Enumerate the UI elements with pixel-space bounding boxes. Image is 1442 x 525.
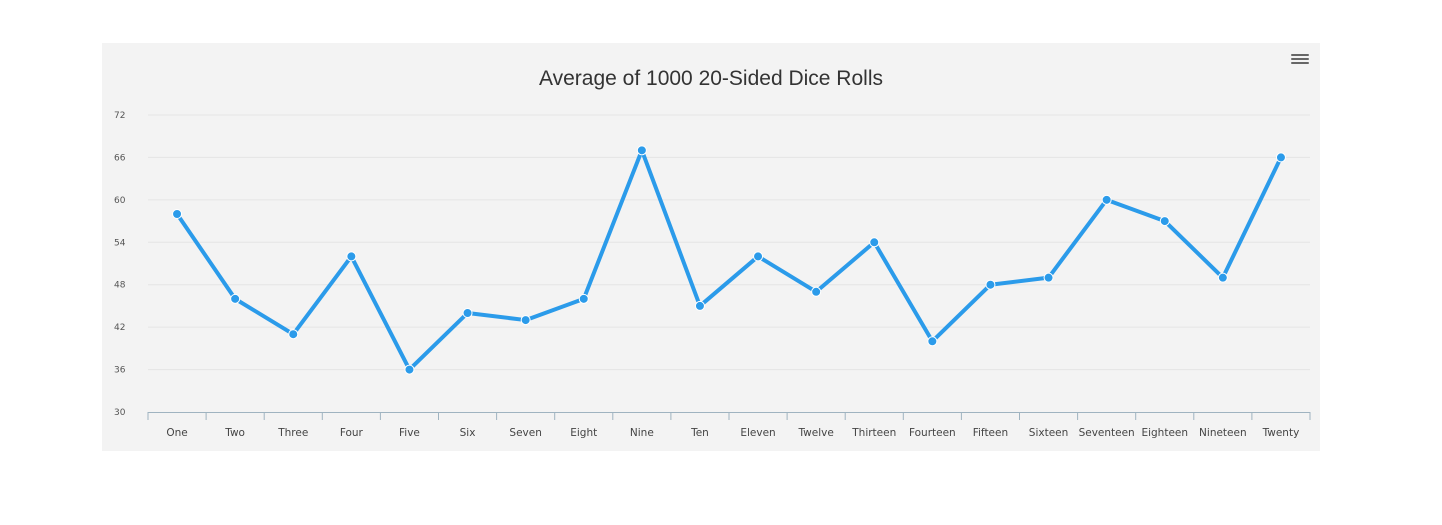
- data-point[interactable]: [753, 251, 764, 262]
- data-point[interactable]: [636, 145, 647, 156]
- y-tick-label: 42: [114, 323, 125, 333]
- data-point[interactable]: [1101, 194, 1112, 205]
- x-tick-label: Sixteen: [1029, 427, 1069, 439]
- data-point[interactable]: [1217, 272, 1228, 283]
- data-point[interactable]: [1275, 152, 1286, 163]
- y-tick-label: 48: [114, 281, 126, 291]
- x-tick-label: Six: [460, 427, 476, 439]
- data-point[interactable]: [288, 329, 299, 340]
- data-points: [172, 145, 1286, 375]
- series-line: [175, 148, 1283, 372]
- y-tick-label: 60: [114, 196, 126, 206]
- grid-lines: [148, 114, 1310, 371]
- y-tick-label: 36: [114, 366, 126, 376]
- x-tick-label: Eleven: [740, 427, 775, 439]
- x-tick-label: Five: [399, 427, 420, 439]
- data-point[interactable]: [172, 209, 183, 219]
- data-point[interactable]: [346, 251, 357, 262]
- x-tick-label: Seventeen: [1079, 427, 1135, 439]
- data-point[interactable]: [404, 364, 415, 375]
- data-point[interactable]: [462, 308, 473, 318]
- data-point[interactable]: [985, 279, 996, 290]
- x-tick-label: Fifteen: [973, 427, 1008, 439]
- y-tick-label: 66: [114, 153, 126, 163]
- x-tick-label: Ten: [690, 427, 709, 439]
- x-tick-label: One: [166, 427, 187, 439]
- data-point[interactable]: [927, 336, 938, 347]
- x-tick-label: Seven: [509, 427, 541, 439]
- chart-panel: Average of 1000 20-Sided Dice Rolls 30 36…: [102, 43, 1320, 451]
- x-tick-label: Nine: [630, 427, 654, 439]
- x-tick-label: Nineteen: [1199, 427, 1247, 439]
- y-tick-label: 72: [114, 111, 125, 121]
- x-tick-label: Fourteen: [909, 427, 956, 439]
- x-tick-label: Three: [277, 427, 308, 439]
- data-point[interactable]: [1043, 272, 1054, 283]
- x-tick-label: Eight: [570, 427, 597, 439]
- y-tick-label: 54: [114, 238, 126, 248]
- line-chart: Average of 1000 20-Sided Dice Rolls 30 36…: [114, 67, 1311, 439]
- hamburger-menu-icon[interactable]: [1291, 52, 1309, 66]
- y-axis-ticks: 30 36 42 48 54 60 66 72: [114, 111, 126, 418]
- x-tick-label: Twenty: [1262, 427, 1300, 439]
- x-tick-label: Eighteen: [1141, 427, 1188, 439]
- x-tick-label: Two: [224, 427, 245, 439]
- series-line-layer: [175, 148, 1283, 372]
- x-tick-label: Four: [340, 427, 364, 439]
- data-point[interactable]: [520, 315, 531, 326]
- data-point[interactable]: [694, 300, 705, 311]
- data-point[interactable]: [869, 237, 880, 248]
- chart-title: Average of 1000 20-Sided Dice Rolls: [539, 67, 883, 90]
- x-tick-label: Twelve: [797, 427, 833, 439]
- data-point[interactable]: [230, 293, 241, 304]
- data-point[interactable]: [811, 286, 822, 297]
- data-point[interactable]: [578, 293, 589, 304]
- data-point[interactable]: [1159, 216, 1170, 227]
- x-axis: One Two Three Four Five Six Seven Eight Nine Ten E…: [147, 412, 1311, 439]
- y-tick-label: 30: [114, 408, 126, 418]
- x-tick-label: Thirteen: [851, 427, 896, 439]
